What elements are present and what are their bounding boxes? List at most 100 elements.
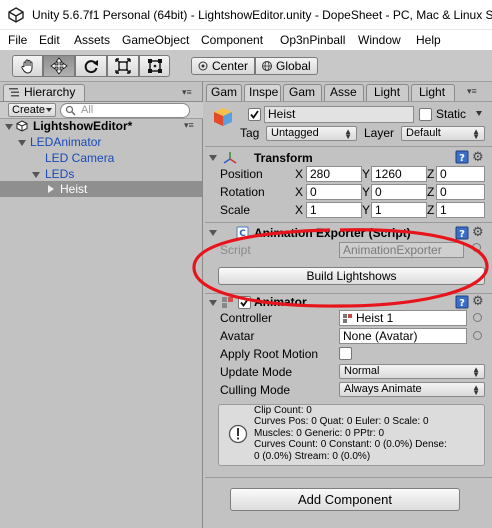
axis-y-label: Y bbox=[362, 167, 371, 181]
tab-game[interactable]: Gam bbox=[206, 84, 242, 101]
scene-row[interactable]: LightshowEditor* ▾≡ bbox=[0, 118, 202, 134]
culling-mode-value: Always Animate bbox=[344, 383, 422, 395]
tab-label: Light bbox=[374, 85, 401, 99]
culling-mode-label: Culling Mode bbox=[220, 383, 291, 397]
hierarchy-icon bbox=[8, 86, 20, 101]
scene-menu-icon[interactable]: ▾≡ bbox=[184, 121, 194, 130]
object-picker-icon[interactable] bbox=[472, 243, 481, 252]
space-global-button[interactable]: Global bbox=[255, 57, 318, 75]
menu-help[interactable]: Help bbox=[416, 33, 441, 47]
layer-dropdown[interactable]: Default ▲ ▼ bbox=[401, 126, 485, 141]
pivot-center-button[interactable]: Center bbox=[191, 57, 255, 75]
axis-x-label: X bbox=[295, 203, 304, 217]
chevron-down-icon bbox=[46, 108, 52, 112]
gear-icon[interactable]: ⚙ bbox=[472, 294, 484, 308]
hand-tool-button[interactable] bbox=[12, 55, 43, 77]
axis-y-label: Y bbox=[362, 185, 371, 199]
scale-tool-button[interactable] bbox=[107, 55, 139, 77]
add-component-button[interactable]: Add Component bbox=[230, 488, 460, 511]
info-icon bbox=[228, 424, 248, 447]
avatar-field[interactable]: None (Avatar) bbox=[339, 328, 467, 344]
menu-component[interactable]: Component bbox=[201, 33, 263, 47]
foldout-triangle-icon[interactable] bbox=[209, 300, 217, 306]
apply-root-motion-checkbox[interactable] bbox=[339, 347, 352, 360]
tab-inspector[interactable]: Inspe bbox=[244, 84, 281, 101]
tab-game-2[interactable]: Gam bbox=[283, 84, 322, 101]
hierarchy-item-leds[interactable]: LEDs bbox=[0, 166, 202, 182]
window-title: Unity 5.6.7f1 Personal (64bit) - Lightsh… bbox=[32, 8, 492, 22]
tag-dropdown[interactable]: Untagged ▲ ▼ bbox=[266, 126, 357, 141]
animator-enabled-checkbox[interactable] bbox=[238, 296, 251, 309]
update-mode-dropdown[interactable]: Normal ▲ ▼ bbox=[339, 364, 485, 379]
pivot-icon bbox=[197, 60, 209, 76]
hierarchy-item-ledanimator[interactable]: LEDAnimator bbox=[0, 134, 202, 150]
script-label: Script bbox=[220, 243, 251, 257]
rect-tool-button[interactable] bbox=[139, 55, 170, 77]
hierarchy-item-heist[interactable]: Heist bbox=[0, 181, 202, 197]
panel-menu-icon[interactable]: ▾≡ bbox=[467, 87, 477, 96]
menu-file[interactable]: File bbox=[8, 33, 27, 47]
updown-arrows-icon: ▲ ▼ bbox=[472, 127, 480, 141]
unity-logo-icon bbox=[8, 7, 24, 23]
expand-triangle-icon[interactable] bbox=[18, 140, 26, 146]
collapsed-triangle-icon[interactable] bbox=[48, 185, 54, 193]
update-mode-label: Update Mode bbox=[220, 365, 293, 379]
tag-value: Untagged bbox=[271, 127, 319, 139]
svg-text:C: C bbox=[239, 229, 246, 239]
scale-y-field[interactable]: 1 bbox=[371, 202, 427, 218]
move-tool-button[interactable] bbox=[43, 55, 75, 77]
position-z-field[interactable]: 0 bbox=[436, 166, 485, 182]
position-y-field[interactable]: 1260 bbox=[371, 166, 427, 182]
hierarchy-item-led-camera[interactable]: LED Camera bbox=[0, 150, 202, 166]
menu-bar: File Edit Assets GameObject Component Op… bbox=[0, 30, 492, 50]
menu-edit[interactable]: Edit bbox=[39, 33, 60, 47]
object-picker-icon[interactable] bbox=[473, 313, 482, 322]
expand-triangle-icon[interactable] bbox=[5, 124, 13, 130]
check-icon bbox=[240, 298, 249, 307]
tab-lighting-2[interactable]: Light bbox=[411, 84, 455, 101]
menu-op3npinball[interactable]: Op3nPinball bbox=[280, 33, 345, 47]
hierarchy-search-input[interactable]: All bbox=[60, 103, 190, 118]
animator-info-box: Clip Count: 0 Curves Pos: 0 Quat: 0 Eule… bbox=[218, 404, 485, 466]
foldout-triangle-icon[interactable] bbox=[209, 230, 217, 236]
static-dropdown-icon[interactable] bbox=[476, 111, 482, 116]
rotation-z-field[interactable]: 0 bbox=[436, 184, 485, 200]
menu-gameobject[interactable]: GameObject bbox=[122, 33, 189, 47]
updown-arrows-icon: ▲ ▼ bbox=[472, 383, 480, 397]
position-x-field[interactable]: 280 bbox=[306, 166, 362, 182]
title-bar: Unity 5.6.7f1 Personal (64bit) - Lightsh… bbox=[0, 0, 492, 30]
hierarchy-header: Create All bbox=[0, 101, 203, 119]
panel-menu-icon[interactable]: ▾≡ bbox=[182, 88, 192, 97]
help-book-icon[interactable]: ? bbox=[455, 226, 469, 243]
build-lightshows-button[interactable]: Build Lightshows bbox=[218, 267, 485, 285]
animator-info-text: Clip Count: 0 Curves Pos: 0 Quat: 0 Eule… bbox=[254, 405, 447, 462]
rotate-tool-button[interactable] bbox=[75, 55, 107, 77]
object-name-field[interactable]: Heist bbox=[264, 106, 414, 123]
scale-z-field[interactable]: 1 bbox=[436, 202, 485, 218]
menu-assets[interactable]: Assets bbox=[74, 33, 110, 47]
rotation-x-field[interactable]: 0 bbox=[306, 184, 362, 200]
info-line: Curves Pos: 0 Quat: 0 Euler: 0 Scale: 0 bbox=[254, 416, 429, 428]
controller-field[interactable]: Heist 1 bbox=[339, 310, 467, 326]
create-dropdown[interactable]: Create bbox=[8, 103, 56, 117]
help-book-icon[interactable]: ? bbox=[455, 150, 469, 167]
tab-lighting[interactable]: Light bbox=[366, 84, 409, 101]
tab-assets[interactable]: Asse bbox=[324, 84, 364, 101]
active-checkbox[interactable] bbox=[248, 108, 261, 121]
culling-mode-dropdown[interactable]: Always Animate ▲ ▼ bbox=[339, 382, 485, 397]
animator-controller-icon bbox=[343, 313, 353, 325]
expand-triangle-icon[interactable] bbox=[32, 172, 40, 178]
foldout-triangle-icon[interactable] bbox=[209, 155, 217, 161]
axis-y-label: Y bbox=[362, 203, 371, 217]
svg-text:?: ? bbox=[459, 298, 465, 309]
axis-x-label: X bbox=[295, 185, 304, 199]
scale-x-field[interactable]: 1 bbox=[306, 202, 362, 218]
object-picker-icon[interactable] bbox=[473, 331, 482, 340]
tab-hierarchy[interactable]: Hierarchy bbox=[3, 84, 85, 101]
static-checkbox[interactable] bbox=[419, 108, 432, 121]
menu-window[interactable]: Window bbox=[358, 33, 401, 47]
gear-icon[interactable]: ⚙ bbox=[472, 150, 484, 164]
updown-arrows-icon: ▲ ▼ bbox=[344, 127, 352, 141]
gear-icon[interactable]: ⚙ bbox=[472, 225, 484, 239]
rotation-y-field[interactable]: 0 bbox=[371, 184, 427, 200]
